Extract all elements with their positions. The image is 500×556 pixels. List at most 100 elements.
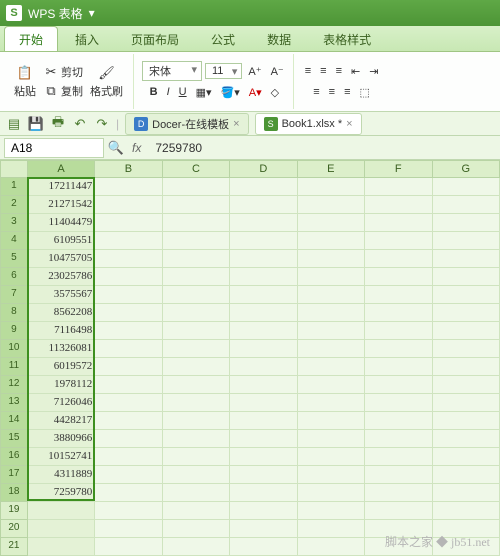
- row-header[interactable]: 7: [0, 286, 28, 304]
- row-header[interactable]: 2: [0, 196, 28, 214]
- cell[interactable]: [433, 232, 500, 250]
- font-name-select[interactable]: 宋体: [142, 61, 202, 81]
- formula-value[interactable]: 7259780: [149, 139, 208, 157]
- cell[interactable]: 4428217: [28, 412, 95, 430]
- cell[interactable]: [433, 412, 500, 430]
- cell[interactable]: 21271542: [28, 196, 95, 214]
- cell[interactable]: [95, 394, 162, 412]
- col-header-C[interactable]: C: [163, 160, 230, 178]
- row-header[interactable]: 5: [0, 250, 28, 268]
- cell[interactable]: [298, 232, 365, 250]
- cell[interactable]: [163, 466, 230, 484]
- row-header[interactable]: 19: [0, 502, 28, 520]
- border-button[interactable]: ▦▾: [193, 85, 215, 100]
- cell[interactable]: [365, 232, 432, 250]
- fill-color-button[interactable]: 🪣▾: [218, 85, 243, 100]
- tab-开始[interactable]: 开始: [4, 26, 58, 51]
- cell[interactable]: 1978112: [28, 376, 95, 394]
- cell[interactable]: [433, 286, 500, 304]
- cell[interactable]: [163, 214, 230, 232]
- cell[interactable]: [298, 322, 365, 340]
- cell[interactable]: [230, 466, 297, 484]
- row-header[interactable]: 1: [0, 178, 28, 196]
- cell[interactable]: [365, 268, 432, 286]
- cell[interactable]: [365, 484, 432, 502]
- merge-button[interactable]: ⬚: [357, 85, 373, 100]
- row-header[interactable]: 15: [0, 430, 28, 448]
- align-left-button[interactable]: ≡: [310, 85, 322, 99]
- paste-button[interactable]: 📋 粘贴: [10, 54, 40, 109]
- cell[interactable]: [365, 196, 432, 214]
- cell[interactable]: [95, 286, 162, 304]
- col-header-B[interactable]: B: [95, 160, 162, 178]
- cell[interactable]: 6019572: [28, 358, 95, 376]
- align-middle-button[interactable]: ≡: [317, 64, 329, 78]
- cell[interactable]: 7116498: [28, 322, 95, 340]
- cell[interactable]: [433, 322, 500, 340]
- cell[interactable]: 6109551: [28, 232, 95, 250]
- row-header[interactable]: 11: [0, 358, 28, 376]
- row-header[interactable]: 6: [0, 268, 28, 286]
- cell[interactable]: [95, 448, 162, 466]
- cell[interactable]: [433, 358, 500, 376]
- print-icon[interactable]: 🖶: [50, 116, 66, 132]
- cell[interactable]: [298, 304, 365, 322]
- cell[interactable]: [230, 448, 297, 466]
- cell[interactable]: [95, 376, 162, 394]
- cell[interactable]: [298, 502, 365, 520]
- cell[interactable]: [230, 394, 297, 412]
- cell[interactable]: [95, 214, 162, 232]
- cell[interactable]: 7259780: [28, 484, 95, 502]
- cell[interactable]: [433, 376, 500, 394]
- cell[interactable]: [298, 430, 365, 448]
- cell[interactable]: [95, 322, 162, 340]
- cell[interactable]: [230, 268, 297, 286]
- cell[interactable]: [298, 484, 365, 502]
- row-header[interactable]: 18: [0, 484, 28, 502]
- row-header[interactable]: 8: [0, 304, 28, 322]
- col-header-E[interactable]: E: [298, 160, 365, 178]
- tab-数据[interactable]: 数据: [252, 26, 306, 51]
- cell[interactable]: [163, 376, 230, 394]
- name-box[interactable]: [4, 138, 104, 158]
- cell[interactable]: [163, 250, 230, 268]
- cell[interactable]: [230, 502, 297, 520]
- cell[interactable]: 23025786: [28, 268, 95, 286]
- cell[interactable]: [298, 376, 365, 394]
- cell[interactable]: [230, 214, 297, 232]
- cell[interactable]: [95, 250, 162, 268]
- row-header[interactable]: 20: [0, 520, 28, 538]
- cell[interactable]: [95, 178, 162, 196]
- cell[interactable]: [433, 448, 500, 466]
- cell[interactable]: [298, 214, 365, 232]
- row-header[interactable]: 9: [0, 322, 28, 340]
- cell[interactable]: 10475705: [28, 250, 95, 268]
- cell[interactable]: 11326081: [28, 340, 95, 358]
- col-header-G[interactable]: G: [433, 160, 500, 178]
- tab-表格样式[interactable]: 表格样式: [308, 26, 386, 51]
- format-painter-button[interactable]: 🖌 格式刷: [86, 54, 127, 109]
- row-header[interactable]: 3: [0, 214, 28, 232]
- align-bottom-button[interactable]: ≡: [333, 64, 345, 78]
- col-header-D[interactable]: D: [230, 160, 297, 178]
- cell[interactable]: [433, 430, 500, 448]
- cell[interactable]: [298, 268, 365, 286]
- cell[interactable]: [163, 448, 230, 466]
- clear-format-button[interactable]: ◇: [268, 85, 282, 100]
- fx-label[interactable]: fx: [132, 141, 141, 155]
- row-header[interactable]: 17: [0, 466, 28, 484]
- cell[interactable]: [163, 322, 230, 340]
- spreadsheet-grid[interactable]: ABCDEFG 11721144722127154231140447946109…: [0, 160, 500, 556]
- font-size-select[interactable]: 11: [205, 63, 242, 79]
- cell[interactable]: [365, 448, 432, 466]
- cell[interactable]: [230, 538, 297, 556]
- cell[interactable]: [365, 430, 432, 448]
- cell[interactable]: [230, 286, 297, 304]
- cell[interactable]: [95, 196, 162, 214]
- cell[interactable]: [28, 502, 95, 520]
- cell[interactable]: [298, 448, 365, 466]
- cell[interactable]: [365, 214, 432, 232]
- cell[interactable]: [230, 196, 297, 214]
- cell[interactable]: [95, 412, 162, 430]
- cell[interactable]: 8562208: [28, 304, 95, 322]
